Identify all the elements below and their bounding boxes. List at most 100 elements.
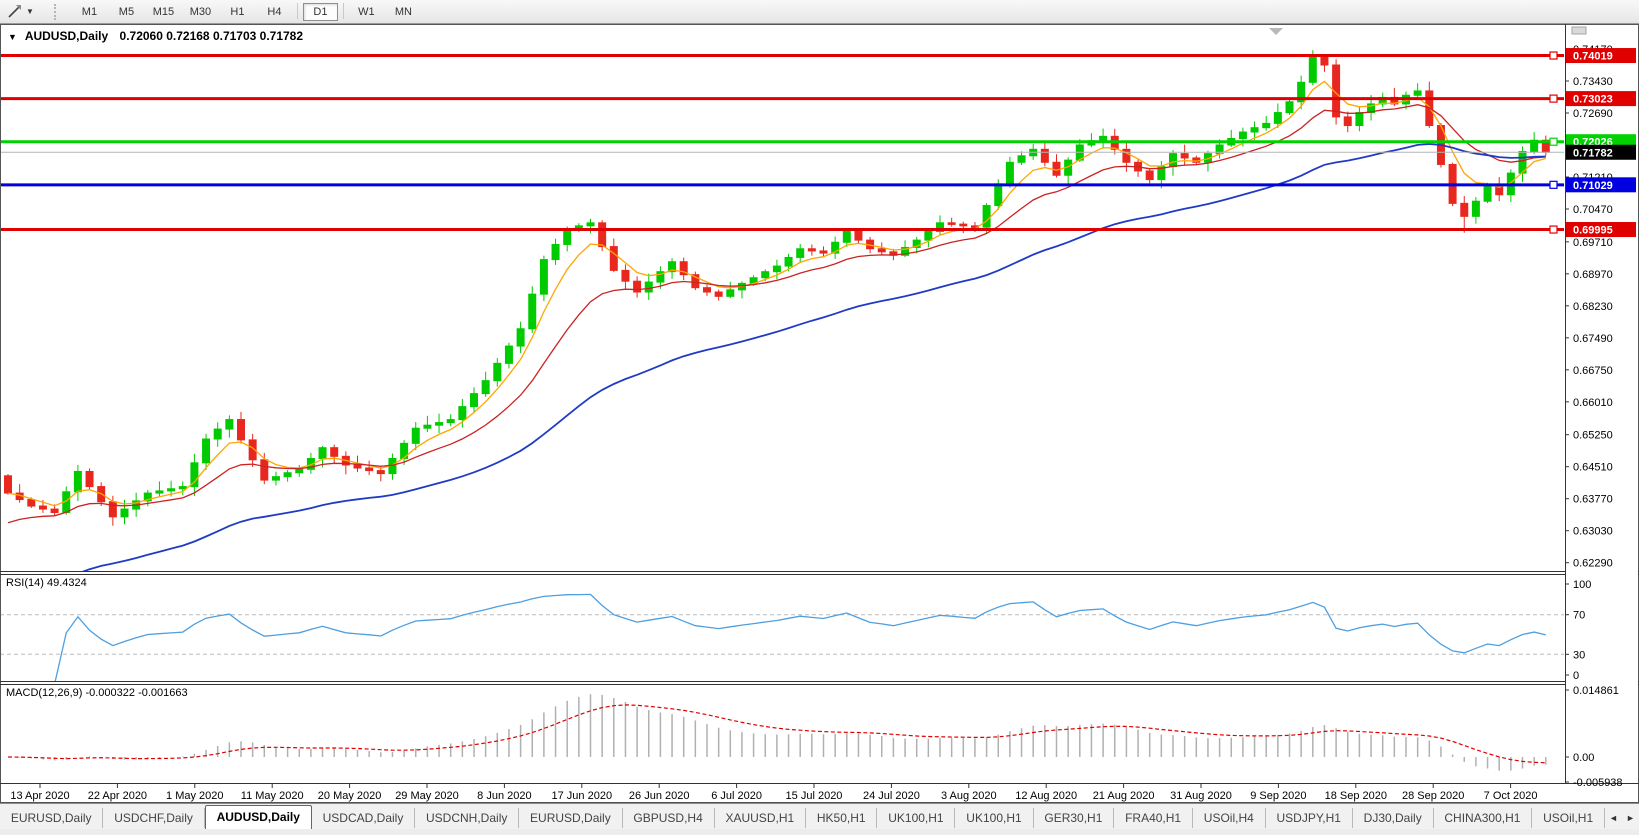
chart-tab-usoil-h4[interactable]: USOil,H4 bbox=[1193, 808, 1266, 828]
line-handle[interactable] bbox=[1550, 138, 1557, 145]
chart-tab-eurusd-daily[interactable]: EURUSD,Daily bbox=[519, 808, 622, 828]
axis-scrollbar-handle[interactable] bbox=[1572, 27, 1586, 34]
toolbar-separator bbox=[343, 3, 344, 19]
candle bbox=[28, 500, 35, 506]
candle bbox=[995, 184, 1002, 206]
timeframe-button-mn[interactable]: MN bbox=[386, 3, 421, 21]
chart-tab-bar: EURUSD,DailyUSDCHF,DailyAUDUSD,DailyUSDC… bbox=[0, 803, 1639, 830]
chart-tab-fra40-h1[interactable]: FRA40,H1 bbox=[1114, 808, 1193, 828]
candle bbox=[797, 249, 804, 258]
line-handle[interactable] bbox=[1550, 226, 1557, 233]
line-handle[interactable] bbox=[1550, 52, 1557, 59]
chart-tab-usdcad-daily[interactable]: USDCAD,Daily bbox=[312, 808, 415, 828]
chart-tab-dj30-daily[interactable]: DJ30,Daily bbox=[1353, 808, 1434, 828]
candle bbox=[622, 270, 629, 281]
chart-tab-xauusd-h1[interactable]: XAUUSD,H1 bbox=[715, 808, 806, 828]
chart-tab-uk100-h1[interactable]: UK100,H1 bbox=[955, 808, 1033, 828]
chart-tab-hk50-h1[interactable]: HK50,H1 bbox=[806, 808, 877, 828]
svg-text:0.71029: 0.71029 bbox=[1573, 180, 1613, 192]
price-axis-label: 0.73430 bbox=[1573, 76, 1613, 88]
date-axis-label: 17 Jun 2020 bbox=[552, 790, 613, 802]
candle bbox=[540, 260, 547, 295]
chart-canvas[interactable]: 0.741700.734300.726900.719500.712100.704… bbox=[0, 24, 1639, 803]
macd-indicator-label: MACD(12,26,9) -0.000322 -0.001663 bbox=[6, 687, 188, 699]
candle bbox=[447, 420, 454, 423]
timeframe-button-m30[interactable]: M30 bbox=[183, 3, 218, 21]
candle bbox=[645, 282, 652, 292]
candle bbox=[1274, 113, 1281, 124]
timeframe-button-m1[interactable]: M1 bbox=[72, 3, 107, 21]
date-axis-label: 6 Jul 2020 bbox=[711, 790, 762, 802]
chart-tab-usdchf-daily[interactable]: USDCHF,Daily bbox=[103, 808, 204, 828]
chart-tab-usdcnh-daily[interactable]: USDCNH,Daily bbox=[415, 808, 519, 828]
tab-scroll-right-icon[interactable]: ► bbox=[1626, 813, 1635, 823]
candle bbox=[878, 249, 885, 252]
chart-tab-eurusd-daily[interactable]: EURUSD,Daily bbox=[0, 808, 103, 828]
tab-scroll-left-icon[interactable]: ◄ bbox=[1609, 813, 1618, 823]
trendline-tool-icon[interactable] bbox=[4, 3, 24, 21]
candle bbox=[377, 471, 384, 474]
candle bbox=[86, 471, 93, 486]
rsi-axis-label: 30 bbox=[1573, 649, 1585, 661]
candle bbox=[226, 420, 233, 430]
chart-tab-ger30-h1[interactable]: GER30,H1 bbox=[1034, 808, 1115, 828]
candle bbox=[191, 463, 198, 487]
candle bbox=[74, 471, 81, 491]
timeframe-button-d1[interactable]: D1 bbox=[303, 3, 338, 21]
chart-window[interactable]: ▼ AUDUSD,Daily 0.72060 0.72168 0.71703 0… bbox=[0, 24, 1639, 803]
chart-tab-uk100-h1[interactable]: UK100,H1 bbox=[877, 808, 955, 828]
trading-terminal: ▼ M1M5M15M30H1H4 D1 W1MN ▼ AUDUSD,Daily 0.… bbox=[0, 0, 1639, 835]
candle bbox=[564, 229, 571, 244]
price-axis-label: 0.63030 bbox=[1573, 526, 1613, 538]
candle bbox=[715, 292, 722, 296]
timeframe-button-m5[interactable]: M5 bbox=[109, 3, 144, 21]
candle bbox=[1251, 128, 1258, 132]
date-axis-label: 1 May 2020 bbox=[166, 790, 223, 802]
bottom-strip bbox=[0, 829, 1639, 835]
candle bbox=[1053, 162, 1060, 175]
toolbar-grip bbox=[54, 4, 61, 20]
price-axis-label: 0.68970 bbox=[1573, 269, 1613, 281]
candle bbox=[1018, 156, 1025, 162]
candle bbox=[459, 407, 466, 420]
candle bbox=[1006, 162, 1013, 184]
chart-tab-gbpusd-h4[interactable]: GBPUSD,H4 bbox=[623, 808, 715, 828]
chart-tab-usoil-h1[interactable]: USOil,H1 bbox=[1532, 808, 1605, 828]
candle bbox=[1146, 171, 1153, 180]
timeframe-button-m15[interactable]: M15 bbox=[146, 3, 181, 21]
candle bbox=[1461, 203, 1468, 216]
chart-tab-china300-h1[interactable]: CHINA300,H1 bbox=[1434, 808, 1533, 828]
candle bbox=[1263, 123, 1270, 127]
chart-ohlc-values: 0.72060 0.72168 0.71703 0.71782 bbox=[120, 29, 304, 43]
line-handle[interactable] bbox=[1550, 181, 1557, 188]
chart-tab-audusd-daily[interactable]: AUDUSD,Daily bbox=[205, 805, 312, 830]
price-axis-label: 0.64510 bbox=[1573, 462, 1613, 474]
candle bbox=[354, 465, 361, 468]
tool-dropdown-icon[interactable]: ▼ bbox=[26, 7, 34, 16]
chart-title: ▼ AUDUSD,Daily 0.72060 0.72168 0.71703 0… bbox=[8, 29, 303, 43]
candle bbox=[762, 272, 769, 278]
date-axis-label: 29 May 2020 bbox=[395, 790, 459, 802]
timeframe-button-h1[interactable]: H1 bbox=[220, 3, 255, 21]
tab-scroll-arrows: ◄► bbox=[1605, 808, 1639, 828]
chart-tab-usdjpy-h1[interactable]: USDJPY,H1 bbox=[1266, 808, 1353, 828]
candle bbox=[505, 346, 512, 363]
candle bbox=[319, 448, 326, 459]
candle bbox=[634, 281, 641, 292]
timeframe-buttons: M1M5M15M30H1H4 D1 W1MN bbox=[71, 3, 422, 21]
candle bbox=[599, 223, 606, 247]
date-axis-label: 24 Jul 2020 bbox=[863, 790, 920, 802]
date-axis-label: 15 Jul 2020 bbox=[786, 790, 843, 802]
collapse-triangle-icon[interactable]: ▼ bbox=[8, 32, 17, 42]
timeframe-button-w1[interactable]: W1 bbox=[349, 3, 384, 21]
svg-text:0.73023: 0.73023 bbox=[1573, 94, 1613, 106]
timeframe-button-h4[interactable]: H4 bbox=[257, 3, 292, 21]
candle bbox=[412, 428, 419, 443]
date-axis-label: 31 Aug 2020 bbox=[1170, 790, 1232, 802]
candle bbox=[331, 448, 338, 457]
candle bbox=[704, 288, 711, 292]
line-handle[interactable] bbox=[1550, 95, 1557, 102]
price-axis[interactable]: 0.741700.734300.726900.719500.712100.704… bbox=[1565, 25, 1638, 789]
price-axis-label: 0.62290 bbox=[1573, 558, 1613, 570]
candle bbox=[983, 206, 990, 228]
